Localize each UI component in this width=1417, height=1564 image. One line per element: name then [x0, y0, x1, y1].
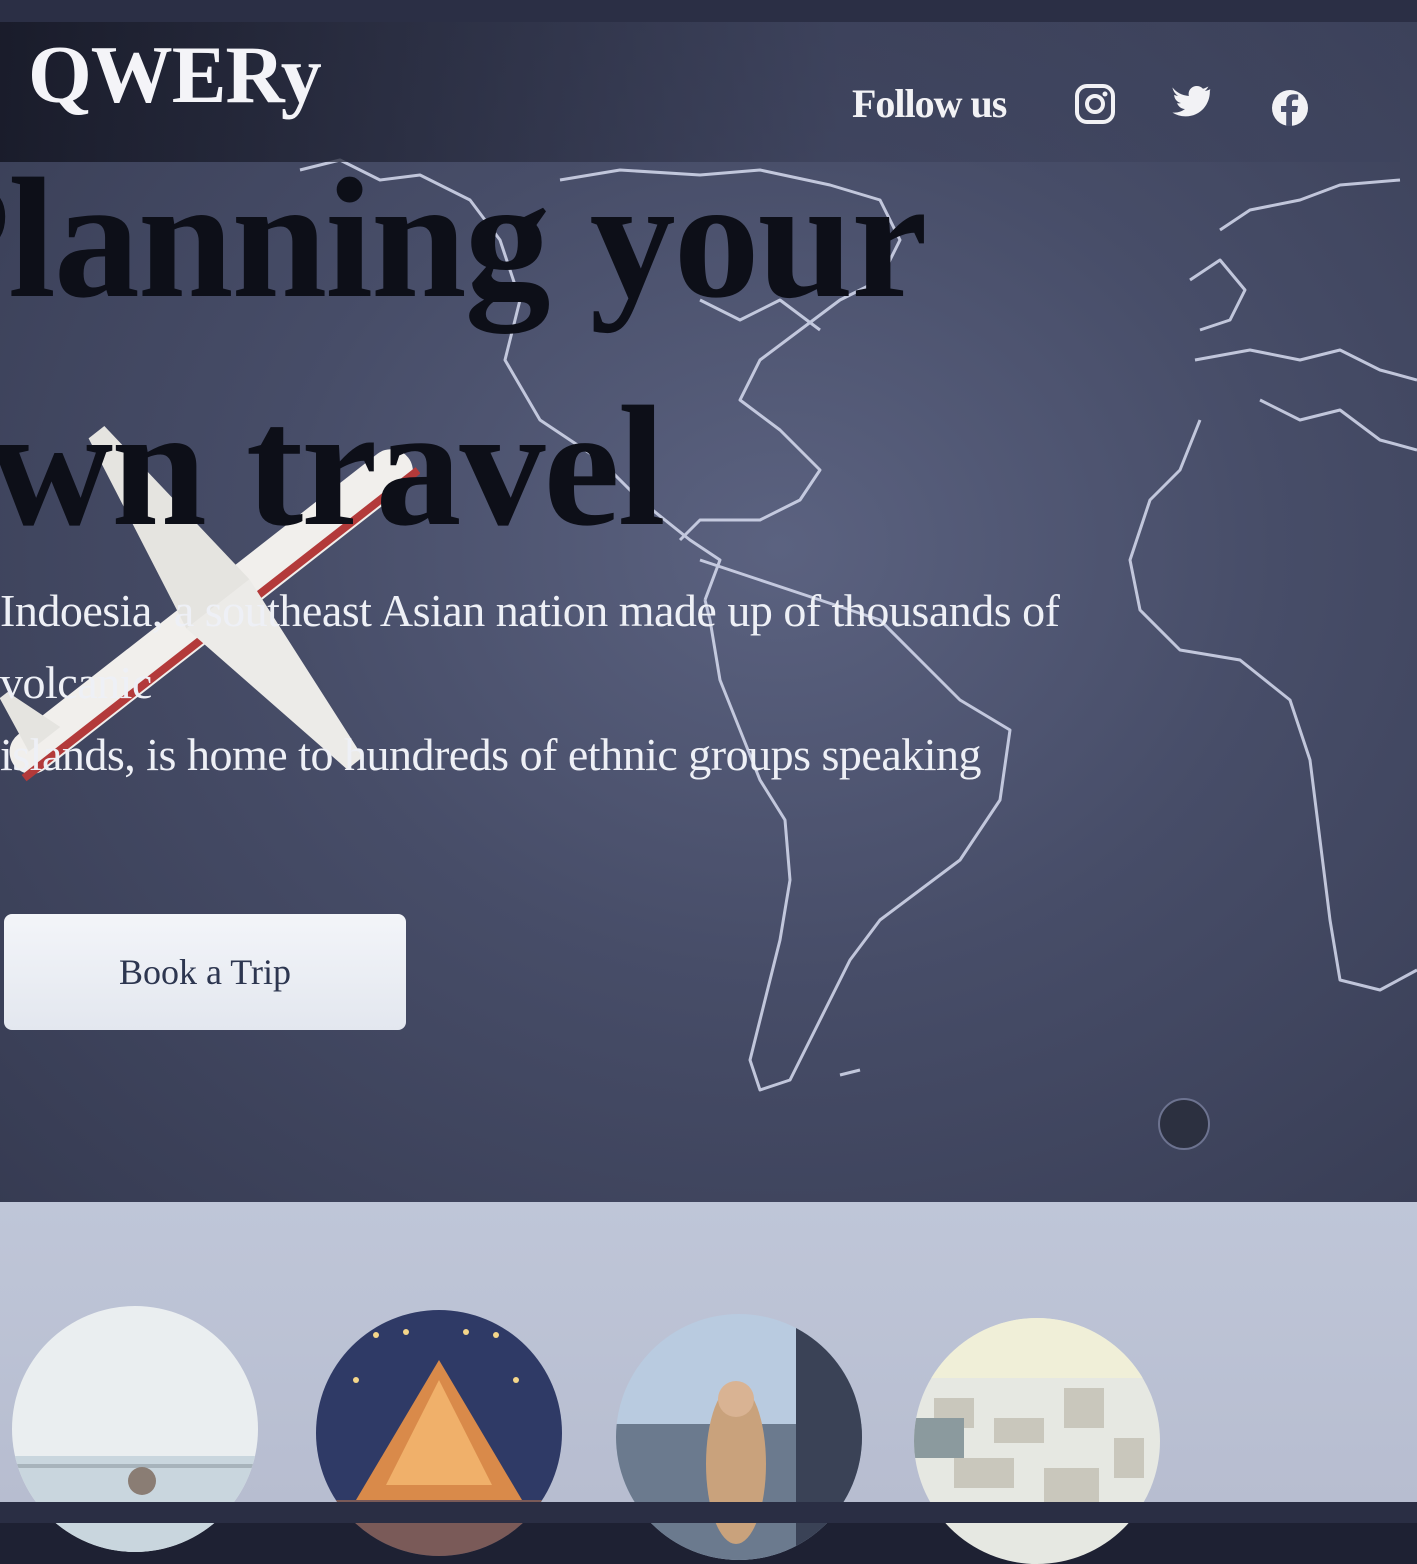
- gallery-thumb-ferry[interactable]: [616, 1314, 862, 1560]
- headline-line-1: Planning your: [0, 144, 928, 334]
- gallery-thumb-aerial-city[interactable]: [914, 1318, 1160, 1564]
- headline-line-2: own travel: [0, 372, 666, 562]
- hero-description: Indoesia, a southeast Asian nation made …: [0, 575, 1230, 791]
- description-line-3: islands, is home to hundreds of ethnic g…: [0, 729, 982, 780]
- hero-section: QWERy Follow us Planning your own travel…: [0, 0, 1417, 1215]
- instagram-icon[interactable]: [1075, 84, 1115, 124]
- book-a-trip-button[interactable]: Book a Trip: [4, 914, 406, 1030]
- twitter-icon[interactable]: [1172, 84, 1212, 124]
- destination-gallery: [0, 1202, 1417, 1564]
- bottom-border: [0, 1502, 1417, 1523]
- carousel-dot[interactable]: [1158, 1098, 1210, 1150]
- follow-us-label: Follow us: [852, 81, 1007, 126]
- site-logo[interactable]: QWERy: [28, 34, 322, 116]
- hero-headline: Planning your own travel: [0, 125, 928, 581]
- description-line-1: Indoesia, a southeast Asian nation made …: [0, 585, 1060, 636]
- facebook-icon[interactable]: [1270, 88, 1310, 128]
- description-line-2: volcanic: [0, 657, 152, 708]
